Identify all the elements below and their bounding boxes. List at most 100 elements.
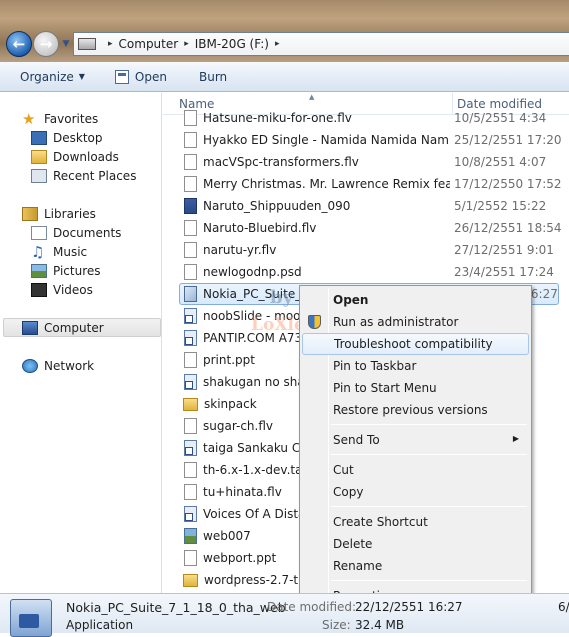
submenu-arrow-icon: ▶ (512, 434, 519, 443)
computer-icon (22, 320, 38, 335)
burn-button[interactable]: Burn (177, 62, 237, 92)
organize-button[interactable]: Organize ▼ (0, 62, 95, 92)
application-setup-icon (10, 599, 52, 637)
breadcrumb-separator-icon[interactable]: ▸ (275, 39, 280, 49)
file-icon (184, 132, 197, 148)
menu-item-label: Rename (333, 559, 383, 573)
sort-ascending-icon: ▲ (309, 93, 315, 101)
open-icon (114, 69, 129, 84)
sidebar-item-label: Downloads (53, 149, 119, 164)
menu-item-label: Restore previous versions (333, 403, 488, 417)
exe-icon (184, 198, 197, 214)
downloads-folder-icon (31, 149, 47, 164)
sidebar-item-computer[interactable]: Computer (3, 318, 161, 337)
menu-item-create-shortcut[interactable]: Create Shortcut (302, 511, 529, 533)
address-bar[interactable]: ▸ Computer ▸ IBM-20G (F:) ▸ (73, 32, 569, 56)
menu-item-copy[interactable]: Copy (302, 481, 529, 503)
file-icon (184, 352, 197, 368)
shortcut-icon (184, 308, 197, 324)
organize-label: Organize (20, 69, 74, 84)
file-name: Hatsune-miku-for-one.flv (203, 111, 352, 125)
desktop-icon (31, 130, 47, 145)
file-name: Hyakko ED Single - Namida Namida Namida.… (203, 133, 450, 147)
details-pane: Nokia_PC_Suite_7_1_18_0_tha_web Applicat… (0, 593, 569, 637)
file-name: narutu-yr.flv (203, 243, 277, 257)
file-name: Naruto_Shippuuden_090 (203, 199, 351, 213)
file-icon (184, 418, 197, 434)
command-bar: Organize ▼ Open Burn (0, 62, 569, 92)
file-row[interactable]: newlogodnp.psd 23/4/2551 17:24 (163, 261, 569, 283)
file-row[interactable]: narutu-yr.flv 27/12/2551 9:01 (163, 239, 569, 261)
file-date-modified: 23/4/2551 17:24 (453, 265, 554, 279)
breadcrumb-drive[interactable]: IBM-20G (F:) (195, 37, 269, 51)
menu-item-send-to[interactable]: Send To ▶ (302, 429, 529, 451)
menu-separator (331, 506, 527, 507)
file-name: Naruto-Bluebird.flv (203, 221, 317, 235)
file-icon (184, 154, 197, 170)
breadcrumb-computer[interactable]: Computer (119, 37, 179, 51)
watermark-by: by (270, 287, 294, 308)
file-date-modified: 5/1/2552 15:22 (453, 199, 547, 213)
back-arrow-icon: ← (12, 35, 26, 53)
forward-button[interactable]: → (33, 31, 59, 57)
menu-item-label: Create Shortcut (333, 515, 428, 529)
file-row[interactable]: Naruto-Bluebird.flv 26/12/2551 18:54 (163, 217, 569, 239)
open-button[interactable]: Open (95, 62, 177, 92)
music-note-icon: ♫ (31, 242, 45, 261)
menu-item-label: Open (333, 293, 369, 307)
file-icon (184, 242, 197, 258)
context-menu: Open Run as administrator Troubleshoot c… (299, 285, 532, 608)
image-icon (184, 528, 197, 544)
details-file-type: Application (66, 618, 134, 632)
burn-label: Burn (198, 69, 228, 84)
details-file-name: Nokia_PC_Suite_7_1_18_0_tha_web (66, 600, 286, 615)
menu-item-delete[interactable]: Delete (302, 533, 529, 555)
file-row[interactable]: Hyakko ED Single - Namida Namida Namida.… (163, 129, 569, 151)
shortcut-icon (184, 506, 197, 522)
details-date-modified-label: Date modified: (267, 600, 357, 614)
file-row[interactable]: macVSpc-transformers.flv 10/8/2551 4:07 (163, 151, 569, 173)
menu-item-troubleshoot-compatibility[interactable]: Troubleshoot compatibility (302, 333, 529, 355)
file-icon (184, 220, 197, 236)
file-row[interactable]: Merry Christmas. Mr. Lawrence Remix feat… (163, 173, 569, 195)
menu-item-pin-to-taskbar[interactable]: Pin to Taskbar (302, 355, 529, 377)
sidebar-item-label: Libraries (44, 206, 96, 221)
menu-item-rename[interactable]: Rename (302, 555, 529, 577)
menu-item-restore-previous-versions[interactable]: Restore previous versions (302, 399, 529, 421)
shortcut-icon (184, 374, 197, 390)
breadcrumb-separator-icon[interactable]: ▸ (184, 39, 189, 49)
menu-item-cut[interactable]: Cut (302, 459, 529, 481)
file-date-modified: 26/12/2551 18:54 (453, 221, 562, 235)
sidebar-item-libraries[interactable]: Libraries (22, 204, 184, 223)
folder-icon (183, 397, 198, 411)
file-row[interactable]: Hatsune-miku-for-one.flv 10/5/2551 4:34 (163, 107, 569, 129)
breadcrumb-separator-icon[interactable]: ▸ (108, 39, 113, 49)
file-date-modified: 10/5/2551 4:34 (453, 111, 547, 125)
sidebar-item-network[interactable]: Network (22, 356, 184, 375)
forward-arrow-icon: → (39, 35, 53, 53)
sidebar-item-label: Music (53, 244, 88, 259)
details-date-modified-value: 22/12/2551 16:27 (355, 600, 463, 614)
sidebar-item-label: Pictures (53, 263, 101, 278)
star-icon: ★ (22, 109, 36, 128)
back-button[interactable]: ← (6, 31, 32, 57)
sidebar-item-label: Recent Places (53, 168, 137, 183)
menu-item-label: Delete (333, 537, 373, 551)
sidebar-item-label: Computer (44, 320, 104, 335)
pictures-icon (31, 263, 47, 278)
menu-item-open[interactable]: Open (302, 289, 529, 311)
file-row[interactable]: Naruto_Shippuuden_090 5/1/2552 15:22 (163, 195, 569, 217)
sidebar-item-label: Desktop (53, 130, 103, 145)
menu-item-pin-to-start-menu[interactable]: Pin to Start Menu (302, 377, 529, 399)
computer-drive-icon (78, 38, 96, 50)
shortcut-icon (184, 440, 197, 456)
libraries-icon (22, 206, 38, 221)
menu-item-run-as-administrator[interactable]: Run as administrator (302, 311, 529, 333)
recent-places-icon (31, 168, 47, 183)
recent-pages-dropdown[interactable]: ▼ (61, 38, 71, 50)
file-icon (184, 110, 197, 126)
menu-item-label: Run as administrator (333, 315, 459, 329)
menu-separator (331, 424, 527, 425)
sidebar-item-favorites[interactable]: ★ Favorites (22, 109, 184, 128)
details-size-label: Size: (322, 618, 351, 632)
